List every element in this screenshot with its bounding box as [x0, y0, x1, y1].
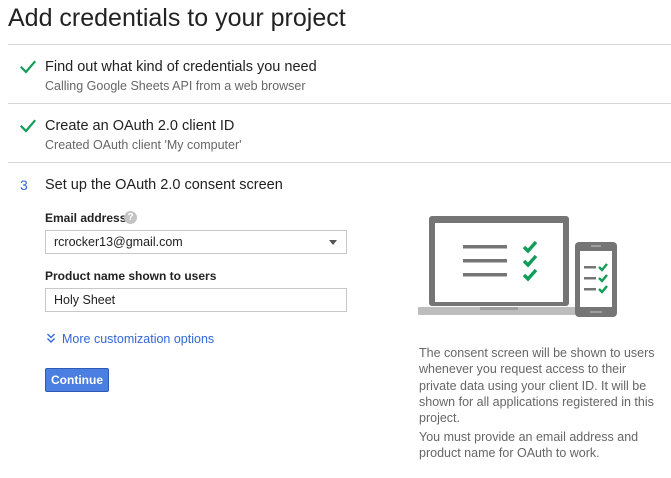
devices-illustration	[418, 216, 617, 317]
consent-info-text: The consent screen will be shown to user…	[419, 346, 655, 426]
check-icon	[20, 119, 36, 133]
more-customization-link[interactable]: More customization options	[45, 332, 214, 346]
step-subtitle: Calling Google Sheets API from a web bro…	[45, 79, 306, 93]
product-name-input[interactable]: Holy Sheet	[45, 288, 347, 312]
double-chevron-down-icon	[47, 333, 55, 343]
step-number: 3	[20, 177, 28, 193]
divider	[8, 162, 671, 163]
more-customization-label: More customization options	[62, 332, 215, 346]
step-title: Create an OAuth 2.0 client ID	[45, 118, 235, 134]
continue-button[interactable]: Continue	[45, 368, 109, 392]
product-name-label: Product name shown to users	[45, 269, 217, 283]
email-select-value: rcrocker13@gmail.com	[54, 235, 183, 249]
page-title: Add credentials to your project	[8, 4, 346, 32]
step-title: Set up the OAuth 2.0 consent screen	[45, 177, 283, 193]
divider	[8, 103, 671, 104]
email-select[interactable]: rcrocker13@gmail.com	[45, 230, 347, 254]
requirement-info-text: You must provide an email address and pr…	[419, 430, 639, 461]
dropdown-arrow-icon	[329, 240, 337, 245]
divider	[8, 44, 671, 45]
help-icon[interactable]: ?	[124, 211, 137, 224]
check-icon	[20, 60, 36, 74]
email-label: Email address	[45, 211, 127, 225]
product-name-value: Holy Sheet	[54, 293, 116, 307]
step-subtitle: Created OAuth client 'My computer'	[45, 138, 242, 152]
step-title: Find out what kind of credentials you ne…	[45, 59, 317, 75]
